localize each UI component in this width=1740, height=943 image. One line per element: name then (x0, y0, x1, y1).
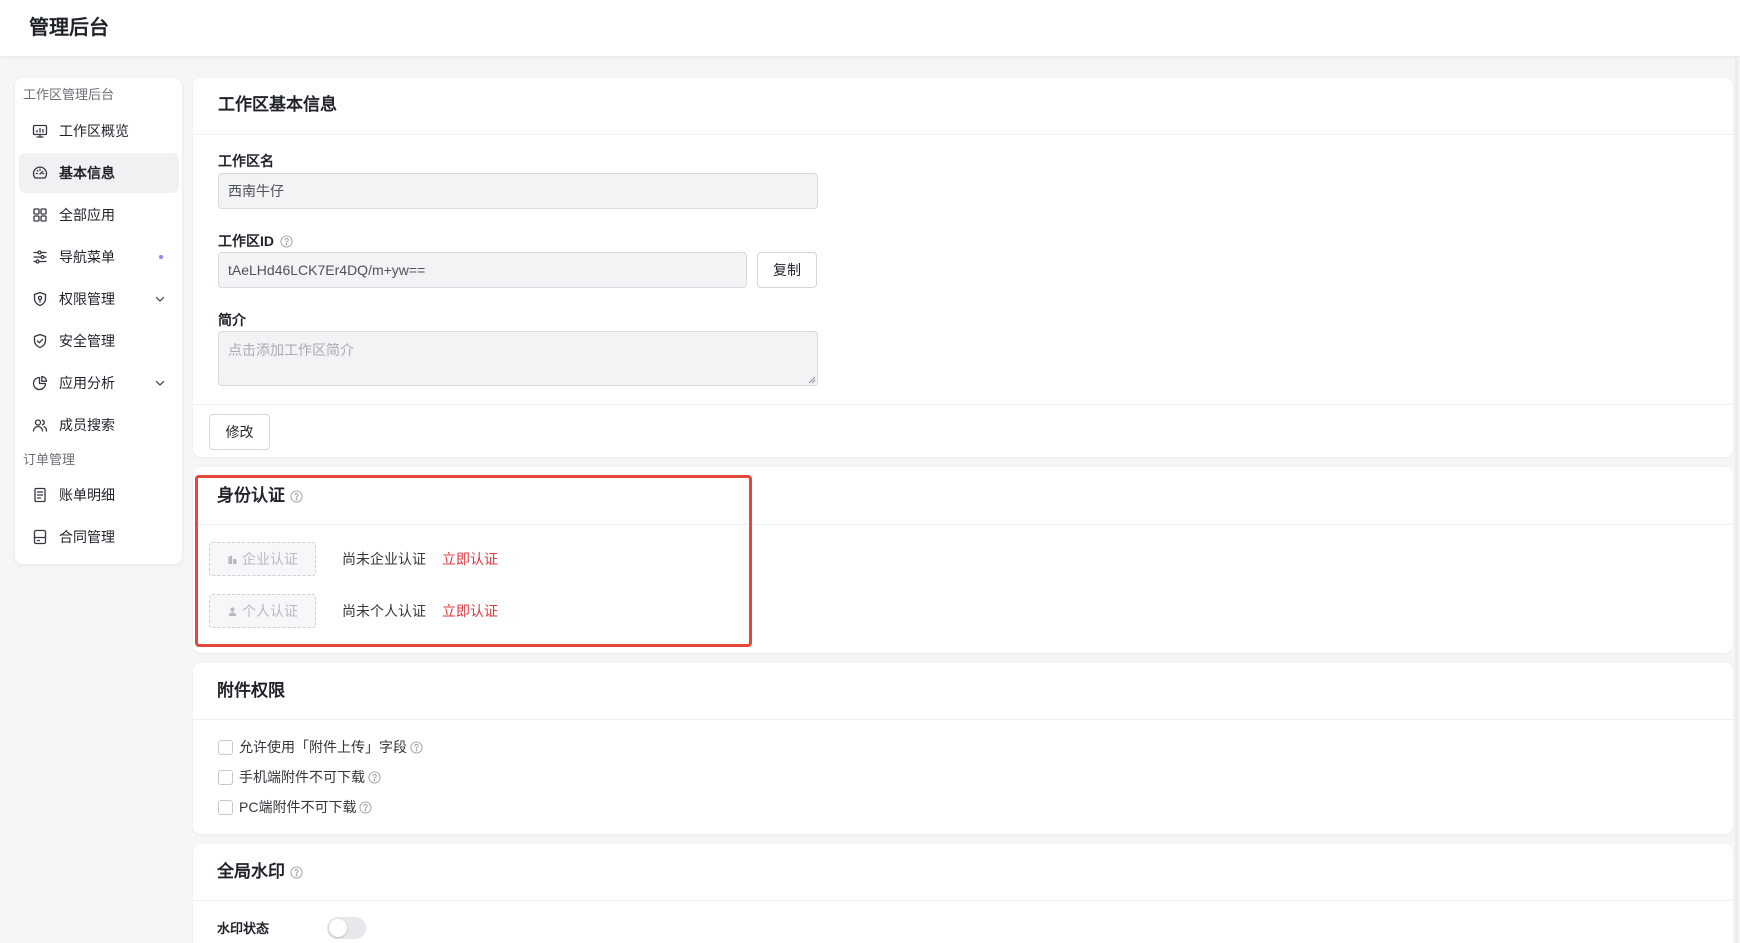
sidebar-item-nav-menu[interactable]: 导航菜单 (19, 237, 179, 277)
intro-label: 简介 (218, 312, 246, 328)
help-icon[interactable] (280, 234, 293, 248)
dashboard-icon (32, 165, 48, 181)
sidebar-item-label: 应用分析 (59, 375, 115, 391)
auth-button-label: 个人认证 (242, 603, 298, 619)
allow-attachment-upload-option[interactable]: 允许使用「附件上传」字段 (218, 737, 423, 757)
identity-card: 身份认证 企业认证 尚未企业认证 立即认证 个人认证 尚未个人认证 立即认证 (193, 467, 1733, 653)
card-title: 全局水印 (217, 861, 303, 883)
sidebar-group-label: 工作区管理后台 (23, 87, 115, 102)
shield-check-icon (32, 333, 48, 349)
sidebar-item-workspace-overview[interactable]: 工作区概览 (19, 111, 179, 151)
auth-button-label: 企业认证 (242, 551, 298, 567)
workspace-id-input[interactable] (218, 252, 747, 288)
help-icon[interactable] (290, 489, 303, 503)
option-label: PC端附件不可下载 (239, 799, 357, 815)
vertical-scrollbar[interactable] (1735, 57, 1738, 943)
workspace-name-input[interactable] (218, 173, 818, 209)
sidebar-item-billing[interactable]: 账单明细 (19, 475, 179, 515)
identity-title: 身份认证 (217, 486, 285, 505)
enterprise-auth-button: 企业认证 (209, 542, 316, 576)
card-title: 身份认证 (217, 485, 303, 507)
card-title: 工作区基本信息 (218, 94, 337, 116)
users-icon (32, 417, 48, 433)
help-icon[interactable] (410, 740, 423, 754)
option-label: 手机端附件不可下载 (239, 769, 365, 785)
sidebar-item-all-apps[interactable]: 全部应用 (19, 195, 179, 235)
personal-auth-button: 个人认证 (209, 594, 316, 628)
sidebar-item-label: 基本信息 (59, 165, 115, 181)
sidebar-group-label: 订单管理 (23, 452, 76, 467)
shield-key-icon (32, 291, 48, 307)
personal-auth-link[interactable]: 立即认证 (442, 602, 498, 620)
sidebar-item-label: 成员搜索 (59, 417, 115, 433)
sidebar-item-label: 工作区概览 (59, 123, 129, 139)
sidebar-item-member-search[interactable]: 成员搜索 (19, 405, 179, 445)
enterprise-auth-link[interactable]: 立即认证 (442, 550, 498, 568)
notification-dot (159, 255, 163, 259)
allow-attachment-upload-checkbox[interactable] (218, 739, 233, 755)
divider (193, 404, 1733, 405)
sidebar-item-contracts[interactable]: 合同管理 (19, 517, 179, 557)
help-icon[interactable] (359, 800, 372, 814)
sidebar-item-label: 导航菜单 (59, 249, 115, 265)
intro-textarea[interactable] (218, 331, 818, 386)
pc-no-download-option[interactable]: PC端附件不可下载 (218, 797, 372, 817)
option-label: 允许使用「附件上传」字段 (239, 739, 407, 755)
help-icon[interactable] (290, 865, 303, 879)
sidebar-item-label: 账单明细 (59, 487, 115, 503)
sidebar-item-label: 安全管理 (59, 333, 115, 349)
personal-auth-status: 尚未个人认证 (342, 603, 426, 619)
watermark-status-label: 水印状态 (217, 921, 270, 936)
global-watermark-card: 全局水印 水印状态 (193, 844, 1733, 943)
workspace-name-label: 工作区名 (218, 153, 274, 169)
chevron-down-icon[interactable] (154, 377, 166, 389)
sidebar-item-permissions[interactable]: 权限管理 (19, 279, 179, 319)
edit-button[interactable]: 修改 (209, 414, 270, 450)
basic-info-card: 工作区基本信息 工作区名 工作区ID 复制 简介 修改 (193, 78, 1733, 457)
grid-icon (32, 207, 48, 223)
enterprise-auth-status: 尚未企业认证 (342, 551, 426, 567)
help-icon[interactable] (368, 770, 381, 784)
sidebar-nav-list: 工作区概览 基本信息 全部应用 导航菜单 权限管理 安全管理 应用分析 成员搜索 (19, 111, 179, 445)
chevron-down-icon[interactable] (154, 293, 166, 305)
sidebar-item-label: 权限管理 (59, 291, 115, 307)
workspace-id-label: 工作区ID (218, 233, 274, 249)
watermark-toggle[interactable] (327, 917, 366, 939)
divider (193, 900, 1733, 901)
pc-no-download-checkbox[interactable] (218, 799, 233, 815)
basic-info-title: 工作区基本信息 (218, 95, 337, 114)
toggle-knob (329, 919, 347, 937)
card-title: 附件权限 (217, 680, 285, 702)
attachments-title: 附件权限 (217, 681, 285, 700)
divider (193, 719, 1733, 720)
archive-icon (32, 529, 48, 545)
sidebar-item-basic-info[interactable]: 基本信息 (19, 153, 179, 193)
sidebar-item-security[interactable]: 安全管理 (19, 321, 179, 361)
building-icon (227, 554, 238, 565)
resize-handle-icon[interactable] (807, 375, 816, 384)
workspace-id-label-row: 工作区ID (218, 232, 293, 250)
user-icon (227, 606, 238, 617)
sidebar-item-label: 全部应用 (59, 207, 115, 223)
sidebar-item-label: 合同管理 (59, 529, 115, 545)
sidebar: 工作区管理后台 工作区概览 基本信息 全部应用 导航菜单 权限管理 安全管理 应… (15, 78, 182, 564)
monitor-icon (32, 123, 48, 139)
sidebar-item-app-analytics[interactable]: 应用分析 (19, 363, 179, 403)
app-title: 管理后台 (29, 17, 109, 39)
watermark-title: 全局水印 (217, 862, 285, 881)
sliders-icon (32, 249, 48, 265)
attachment-permissions-card: 附件权限 允许使用「附件上传」字段 手机端附件不可下载 PC端附件不可下载 (193, 663, 1733, 834)
mobile-no-download-checkbox[interactable] (218, 769, 233, 785)
mobile-no-download-option[interactable]: 手机端附件不可下载 (218, 767, 381, 787)
copy-button[interactable]: 复制 (757, 252, 817, 288)
divider (193, 524, 1733, 525)
pie-chart-icon (32, 375, 48, 391)
receipt-icon (32, 487, 48, 503)
app-header: 管理后台 (0, 0, 1740, 57)
divider (193, 134, 1733, 135)
sidebar-nav-list: 账单明细 合同管理 (19, 475, 179, 557)
